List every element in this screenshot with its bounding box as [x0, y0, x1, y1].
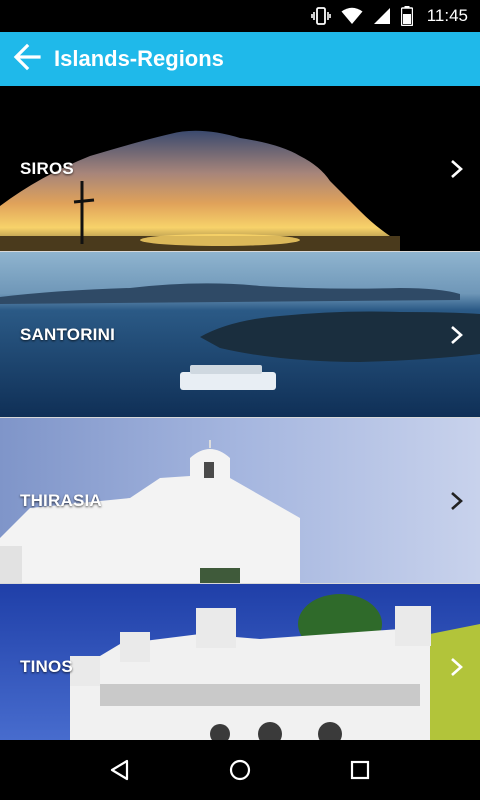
status-time: 11:45 — [426, 6, 468, 25]
chevron-right-icon — [451, 159, 463, 178]
signal-icon — [373, 7, 391, 25]
region-label: SANTORINI — [20, 324, 115, 344]
regions-list: SIROS SANTORINI THIRASIA TINOS — [0, 86, 480, 740]
app-bar: Islands-Regions — [0, 32, 480, 86]
back-triangle-icon — [110, 759, 129, 781]
arrow-back-icon — [13, 43, 41, 75]
back-button[interactable] — [0, 32, 54, 86]
recents-square-icon — [350, 760, 370, 780]
region-label: TINOS — [20, 657, 73, 676]
status-bar: 11:45 — [0, 0, 480, 32]
list-item-siros[interactable]: SIROS — [0, 86, 480, 252]
chevron-right-icon — [451, 658, 463, 676]
chevron-right-icon — [451, 491, 463, 510]
battery-icon — [400, 6, 413, 26]
list-item-santorini[interactable]: SANTORINI — [0, 252, 480, 418]
chevron-right-icon — [451, 325, 463, 344]
list-item-thirasia[interactable]: THIRASIA — [0, 418, 480, 584]
system-nav-bar — [0, 740, 480, 800]
page-title: Islands-Regions — [54, 46, 224, 71]
region-label: THIRASIA — [20, 490, 102, 510]
list-item-tinos[interactable]: TINOS — [0, 584, 480, 740]
nav-home-button[interactable] — [220, 750, 260, 790]
region-label: SIROS — [20, 158, 74, 178]
nav-back-button[interactable] — [100, 750, 140, 790]
home-circle-icon — [229, 759, 251, 781]
wifi-icon — [341, 7, 363, 25]
nav-recents-button[interactable] — [340, 750, 380, 790]
vibrate-icon — [310, 7, 331, 25]
